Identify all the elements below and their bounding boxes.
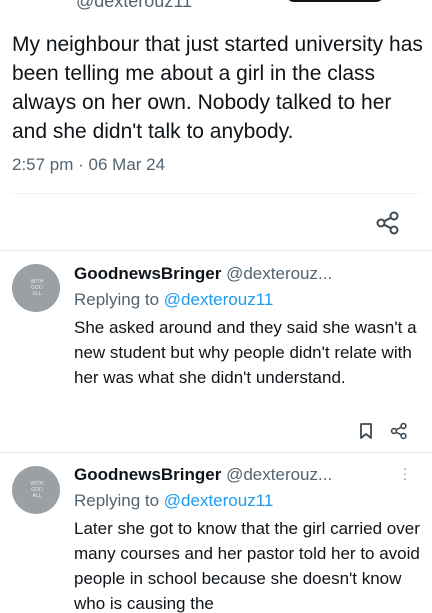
replying-to-line: Replying to @dexterouz11 [74,491,273,511]
replying-to-label: Replying to [74,290,160,309]
reply-header: GoodnewsBringer @dexterouz... [74,264,332,284]
avatar-text: WITH GOD ALL [30,481,44,499]
bookmark-icon[interactable] [357,422,375,440]
divider [0,452,432,453]
share-icon[interactable] [390,422,408,440]
divider [12,193,420,194]
reply-author-handle[interactable]: @dexterouz... [226,465,332,484]
replying-to-line: Replying to @dexterouz11 [74,290,273,310]
replying-to-mention[interactable]: @dexterouz11 [164,290,274,309]
divider [0,250,432,251]
follow-button[interactable] [286,0,384,2]
reply-author-handle[interactable]: @dexterouz... [226,264,332,283]
avatar-text: WITH GOD ALL [30,279,44,297]
reply-author-name[interactable]: GoodnewsBringer [74,465,221,484]
more-icon[interactable]: · · · [400,461,410,486]
replying-to-label: Replying to [74,491,160,510]
avatar[interactable]: WITH GOD ALL [12,264,60,312]
main-tweet-timestamp[interactable]: 2:57 pm · 06 Mar 24 [12,155,165,175]
reply-header: GoodnewsBringer @dexterouz... [74,465,332,485]
replying-to-mention[interactable]: @dexterouz11 [164,491,274,510]
reply-text: Later she got to know that the girl carr… [74,519,420,613]
share-icon[interactable] [375,210,401,236]
main-tweet-text: My neighbour that just started universit… [12,33,423,143]
reply-text: She asked around and they said she wasn'… [74,318,417,387]
main-tweet-handle[interactable]: @dexterouz11 [76,0,192,12]
reply-author-name[interactable]: GoodnewsBringer [74,264,221,283]
avatar[interactable]: WITH GOD ALL [12,466,60,514]
